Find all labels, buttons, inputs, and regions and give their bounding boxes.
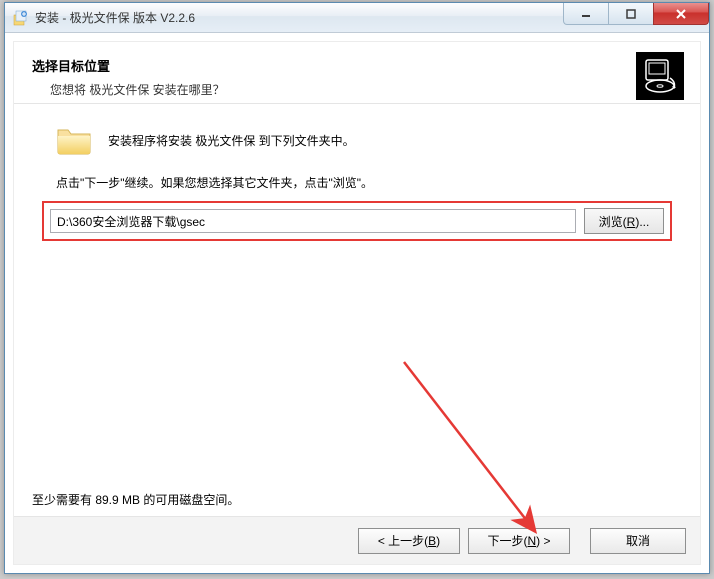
close-icon [674,8,688,20]
browse-instruction: 点击"下一步"继续。如果您想选择其它文件夹，点击"浏览"。 [56,174,672,191]
maximize-icon [625,8,637,20]
maximize-button[interactable] [608,3,654,25]
wizard-header: 选择目标位置 您想将 极光文件保 安装在哪里？ [14,42,700,104]
next-button[interactable]: 下一步(N) > [468,528,570,554]
cancel-button[interactable]: 取消 [590,528,686,554]
installer-disc-icon [636,52,684,100]
page-title: 选择目标位置 [32,56,682,75]
next-hotkey: N [527,534,536,548]
browse-button[interactable]: 浏览(R)... [584,208,664,234]
window-title: 安装 - 极光文件保 版本 V2.2.6 [35,9,195,26]
minimize-icon [580,8,592,20]
back-button[interactable]: < 上一步(B) [358,528,460,554]
install-path-input[interactable] [50,209,576,233]
disk-space-note: 至少需要有 89.9 MB 的可用磁盘空间。 [32,491,239,508]
client-area: 选择目标位置 您想将 极光文件保 安装在哪里？ [13,41,701,565]
window-controls [564,3,709,25]
folder-description: 安装程序将安装 极光文件保 到下列文件夹中。 [108,132,355,149]
folder-row: 安装程序将安装 极光文件保 到下列文件夹中。 [56,124,672,156]
browse-hotkey: R [627,215,636,229]
wizard-body: 安装程序将安装 极光文件保 到下列文件夹中。 点击"下一步"继续。如果您想选择其… [14,104,700,251]
wizard-footer: < 上一步(B) 下一步(N) > 取消 [14,516,700,564]
folder-icon [56,124,92,156]
installer-app-icon [13,10,29,26]
minimize-button[interactable] [563,3,609,25]
page-subtitle: 您想将 极光文件保 安装在哪里？ [50,81,682,98]
back-hotkey: B [428,534,436,548]
installer-window: 安装 - 极光文件保 版本 V2.2.6 选择目标位置 您想将 极光文件保 安装… [4,2,710,574]
close-button[interactable] [653,3,709,25]
titlebar[interactable]: 安装 - 极光文件保 版本 V2.2.6 [5,3,709,33]
path-row-highlight: 浏览(R)... [42,201,672,241]
